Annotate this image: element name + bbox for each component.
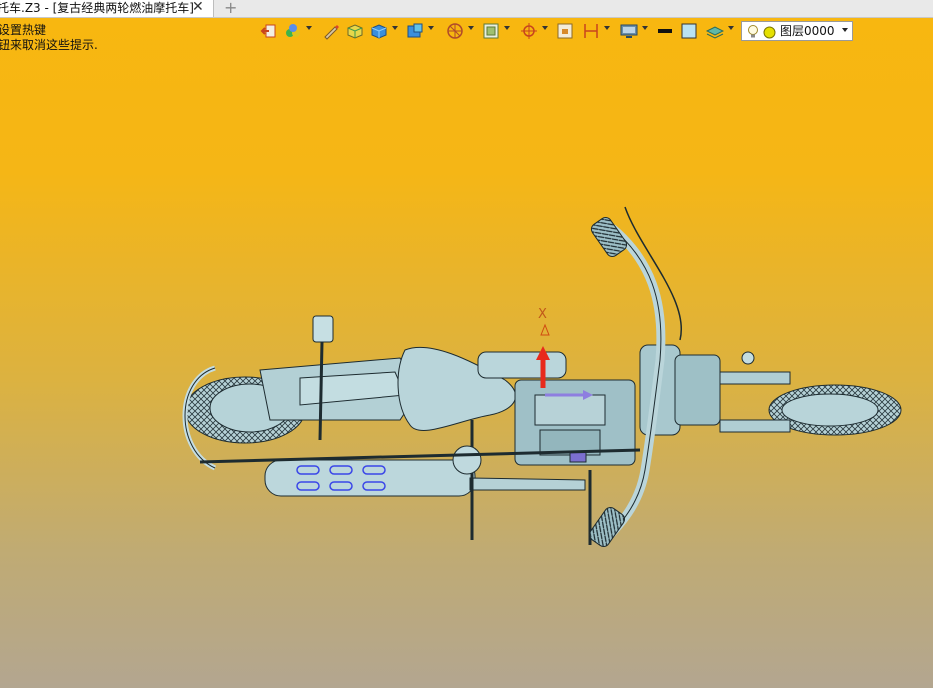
dimension-icon[interactable] [582, 22, 600, 40]
solid-dropdown[interactable] [428, 26, 434, 30]
hint-line-2: 钮来取消这些提示. [0, 38, 98, 52]
solid-icon[interactable] [406, 22, 424, 40]
wheel-dropdown[interactable] [468, 26, 474, 30]
hint-line-1: 设置热键 [0, 23, 47, 37]
axis-x-label: X [538, 307, 547, 322]
chevron-down-icon[interactable] [842, 28, 848, 32]
fill-color-icon[interactable] [680, 22, 698, 40]
monitor-icon[interactable] [620, 22, 638, 40]
snap-icon[interactable] [520, 22, 538, 40]
layer-select-value: 图层0000 [780, 24, 835, 38]
3d-viewport[interactable]: X 托车.Z3 - [复古经典两轮燃油摩托车] ✕ + 设置热键 钮来取消这些提… [0, 0, 933, 688]
motorcycle-model[interactable]: X [0, 0, 933, 688]
wheel-icon[interactable] [446, 22, 464, 40]
document-tab[interactable]: 托车.Z3 - [复古经典两轮燃油摩托车] ✕ [0, 0, 214, 17]
box-yellow-icon[interactable] [346, 22, 364, 40]
bulb-icon[interactable] [746, 24, 760, 39]
pen-icon[interactable] [322, 22, 340, 40]
color-palette-icon[interactable] [284, 22, 302, 40]
layer-select[interactable]: 图层0000 [741, 21, 853, 41]
line-style-icon[interactable] [656, 22, 674, 40]
new-tab-icon[interactable]: + [224, 0, 237, 17]
layer-stack-dropdown[interactable] [728, 26, 734, 30]
view-frame-dropdown[interactable] [504, 26, 510, 30]
close-icon[interactable]: ✕ [192, 0, 204, 15]
color-palette-dropdown[interactable] [306, 26, 312, 30]
dimension-dropdown[interactable] [604, 26, 610, 30]
exit-icon[interactable] [260, 22, 278, 40]
document-tab-bar: 托车.Z3 - [复古经典两轮燃油摩托车] ✕ + [0, 0, 933, 18]
document-tab-title: 托车.Z3 - [复古经典两轮燃油摩托车] [0, 1, 194, 15]
monitor-dropdown[interactable] [642, 26, 648, 30]
box-blue-icon[interactable] [370, 22, 388, 40]
box-dropdown[interactable] [392, 26, 398, 30]
view-frame-icon[interactable] [482, 22, 500, 40]
layer-stack-icon[interactable] [706, 22, 724, 40]
layer-color-dot-icon[interactable] [763, 26, 776, 39]
snap-dropdown[interactable] [542, 26, 548, 30]
grid-icon[interactable] [556, 22, 574, 40]
